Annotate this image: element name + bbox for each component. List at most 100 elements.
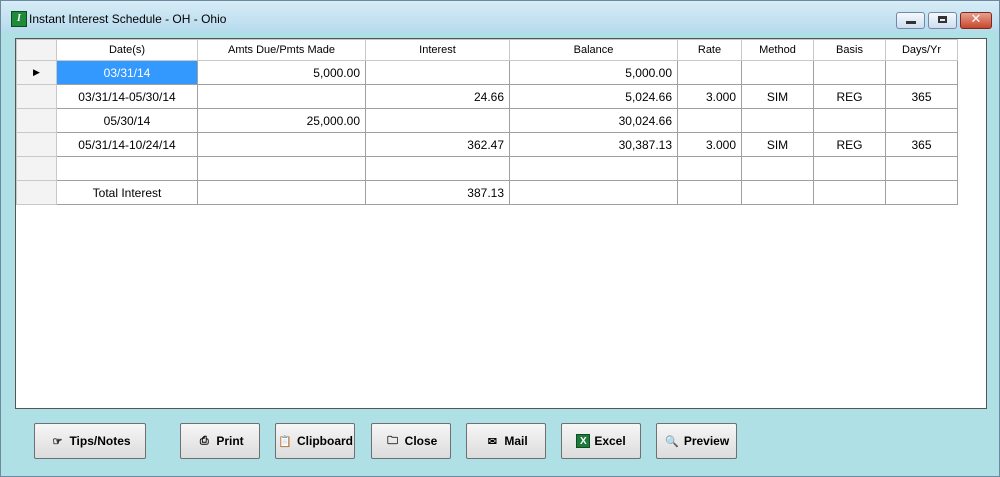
cell-date[interactable]: 03/31/14 <box>56 60 198 85</box>
cell-interest[interactable]: 24.66 <box>365 84 510 109</box>
clipboard-icon: 📋 <box>278 435 292 448</box>
table-row[interactable]: ▶ 03/31/14 5,000.00 5,000.00 <box>16 60 958 85</box>
mail-button[interactable]: ✉ Mail <box>466 423 546 459</box>
cell-days-yr[interactable] <box>885 180 958 205</box>
total-label[interactable]: Total Interest <box>56 180 198 205</box>
envelope-icon: ✉ <box>487 435 497 448</box>
minimize-button[interactable] <box>896 12 925 29</box>
row-pointer-icon: ▶ <box>33 67 40 77</box>
mail-label: Mail <box>504 434 528 448</box>
row-header[interactable]: ▶ <box>16 60 57 85</box>
cell-balance[interactable] <box>509 156 678 181</box>
cell-method[interactable] <box>741 108 814 133</box>
maximize-button[interactable] <box>928 12 957 29</box>
cell-method[interactable]: SIM <box>741 84 814 109</box>
cell-basis[interactable] <box>813 180 886 205</box>
cell-amount[interactable] <box>197 156 366 181</box>
tips-notes-label: Tips/Notes <box>69 434 131 448</box>
cell-days-yr[interactable] <box>885 60 958 85</box>
header-row: Date(s) Amts Due/Pmts Made Interest Bala… <box>16 39 958 61</box>
cell-rate[interactable] <box>677 60 742 85</box>
cell-amount[interactable] <box>197 132 366 157</box>
close-window-button[interactable]: ✕ <box>960 12 992 29</box>
excel-label: Excel <box>594 434 626 448</box>
cell-rate[interactable]: 3.000 <box>677 132 742 157</box>
cell-amount[interactable] <box>197 180 366 205</box>
close-label: Close <box>404 434 438 448</box>
col-header-balance[interactable]: Balance <box>509 39 678 61</box>
cell-method[interactable]: SIM <box>741 132 814 157</box>
cell-method[interactable] <box>741 60 814 85</box>
col-header-days-yr[interactable]: Days/Yr <box>885 39 958 61</box>
col-header-amounts[interactable]: Amts Due/Pmts Made <box>197 39 366 61</box>
cell-amount[interactable] <box>197 84 366 109</box>
row-header[interactable] <box>16 156 57 181</box>
total-row[interactable]: Total Interest 387.13 <box>16 180 958 205</box>
cell-date[interactable] <box>56 156 198 181</box>
printer-icon: ⎙ <box>199 434 209 447</box>
row-header[interactable] <box>16 108 57 133</box>
tips-notes-button[interactable]: ☞ Tips/Notes <box>34 423 146 459</box>
cell-method[interactable] <box>741 180 814 205</box>
preview-button[interactable]: 🔍 Preview <box>656 423 737 459</box>
cell-interest[interactable]: 362.47 <box>365 132 510 157</box>
schedule-grid[interactable]: Date(s) Amts Due/Pmts Made Interest Bala… <box>15 38 987 409</box>
cell-basis[interactable] <box>813 60 886 85</box>
cell-rate[interactable] <box>677 156 742 181</box>
cell-interest[interactable] <box>365 156 510 181</box>
cell-amount[interactable]: 5,000.00 <box>197 60 366 85</box>
cell-rate[interactable] <box>677 108 742 133</box>
cell-days-yr[interactable] <box>885 108 958 133</box>
clipboard-button[interactable]: 📋 Clipboard <box>275 423 355 459</box>
excel-icon: X <box>576 434 591 448</box>
row-header[interactable] <box>16 132 57 157</box>
pointing-hand-icon: ☞ <box>52 435 63 448</box>
table-row[interactable]: 03/31/14-05/30/14 24.66 5,024.66 3.000 S… <box>16 84 958 109</box>
cell-basis[interactable] <box>813 156 886 181</box>
total-interest-value[interactable]: 387.13 <box>365 180 510 205</box>
table-row[interactable]: 05/30/14 25,000.00 30,024.66 <box>16 108 958 133</box>
col-header-dates[interactable]: Date(s) <box>56 39 198 61</box>
maximize-icon <box>938 16 947 23</box>
cell-days-yr[interactable] <box>885 156 958 181</box>
print-label: Print <box>216 434 244 448</box>
cell-amount[interactable]: 25,000.00 <box>197 108 366 133</box>
cell-days-yr[interactable]: 365 <box>885 84 958 109</box>
row-header[interactable] <box>16 84 57 109</box>
window-title: Instant Interest Schedule - OH - Ohio <box>29 12 227 26</box>
table-row[interactable] <box>16 156 958 181</box>
magnifier-icon: 🔍 <box>664 435 679 448</box>
row-header[interactable] <box>16 180 57 205</box>
cell-date[interactable]: 05/30/14 <box>56 108 198 133</box>
cell-basis[interactable] <box>813 108 886 133</box>
cell-interest[interactable] <box>365 108 510 133</box>
preview-label: Preview <box>683 434 730 448</box>
col-header-method[interactable]: Method <box>741 39 814 61</box>
cell-method[interactable] <box>741 156 814 181</box>
cell-balance[interactable] <box>509 180 678 205</box>
table-row[interactable]: 05/31/14-10/24/14 362.47 30,387.13 3.000… <box>16 132 958 157</box>
title-bar[interactable]: I Instant Interest Schedule - OH - Ohio … <box>1 1 999 31</box>
cell-basis[interactable]: REG <box>813 84 886 109</box>
cell-days-yr[interactable]: 365 <box>885 132 958 157</box>
main-window: I Instant Interest Schedule - OH - Ohio … <box>0 0 1000 477</box>
print-button[interactable]: ⎙ Print <box>180 423 260 459</box>
col-header-basis[interactable]: Basis <box>813 39 886 61</box>
col-header-interest[interactable]: Interest <box>365 39 510 61</box>
app-logo-icon: I <box>11 11 27 27</box>
cell-balance[interactable]: 30,024.66 <box>509 108 678 133</box>
cell-date[interactable]: 05/31/14-10/24/14 <box>56 132 198 157</box>
col-header-rate[interactable]: Rate <box>677 39 742 61</box>
cell-basis[interactable]: REG <box>813 132 886 157</box>
excel-button[interactable]: X Excel <box>561 423 641 459</box>
close-button[interactable]: 🗀 Close <box>371 423 451 459</box>
cell-balance[interactable]: 30,387.13 <box>509 132 678 157</box>
cell-date[interactable]: 03/31/14-05/30/14 <box>56 84 198 109</box>
cell-balance[interactable]: 5,000.00 <box>509 60 678 85</box>
schedule-table: Date(s) Amts Due/Pmts Made Interest Bala… <box>16 39 958 205</box>
cell-rate[interactable] <box>677 180 742 205</box>
cell-interest[interactable] <box>365 60 510 85</box>
cell-balance[interactable]: 5,024.66 <box>509 84 678 109</box>
clipboard-label: Clipboard <box>297 434 353 448</box>
cell-rate[interactable]: 3.000 <box>677 84 742 109</box>
